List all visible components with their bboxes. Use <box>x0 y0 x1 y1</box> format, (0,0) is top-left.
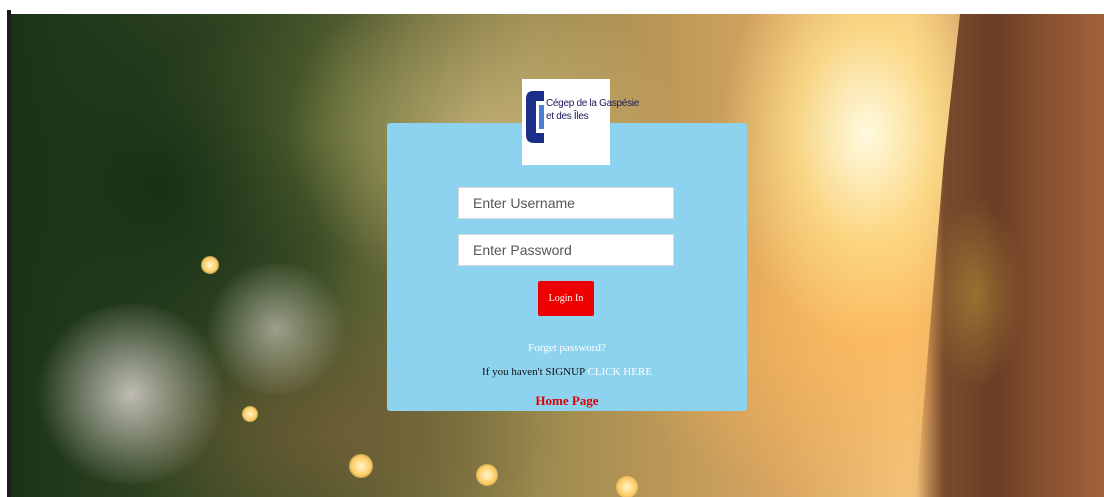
signup-prompt: If you haven't SIGNUP CLICK HERE <box>387 366 747 378</box>
forget-password-link[interactable]: Forget password? <box>387 342 747 354</box>
password-input[interactable] <box>458 234 674 266</box>
bokeh-dot <box>616 476 638 497</box>
bokeh-dot <box>476 464 498 486</box>
college-logo-text: Cégep de la Gaspésie et des Îles <box>546 97 639 123</box>
bokeh-dot <box>201 256 219 274</box>
bokeh-dot <box>349 454 373 478</box>
home-page-link[interactable]: Home Page <box>387 393 747 409</box>
signup-link[interactable]: CLICK HERE <box>587 366 651 378</box>
signup-prompt-text: If you haven't SIGNUP <box>482 366 585 378</box>
college-logo-icon <box>526 91 544 143</box>
tree-trunk <box>916 14 1104 497</box>
bokeh-blob <box>201 264 351 394</box>
bokeh-dot <box>242 406 258 422</box>
top-strip <box>0 0 1104 14</box>
username-input[interactable] <box>458 187 674 219</box>
login-button[interactable]: Login In <box>538 281 594 316</box>
logo-line-2: et des Îles <box>546 111 589 122</box>
logo-line-1: Cégep de la Gaspésie <box>546 98 639 109</box>
college-logo: Cégep de la Gaspésie et des Îles <box>522 79 639 165</box>
